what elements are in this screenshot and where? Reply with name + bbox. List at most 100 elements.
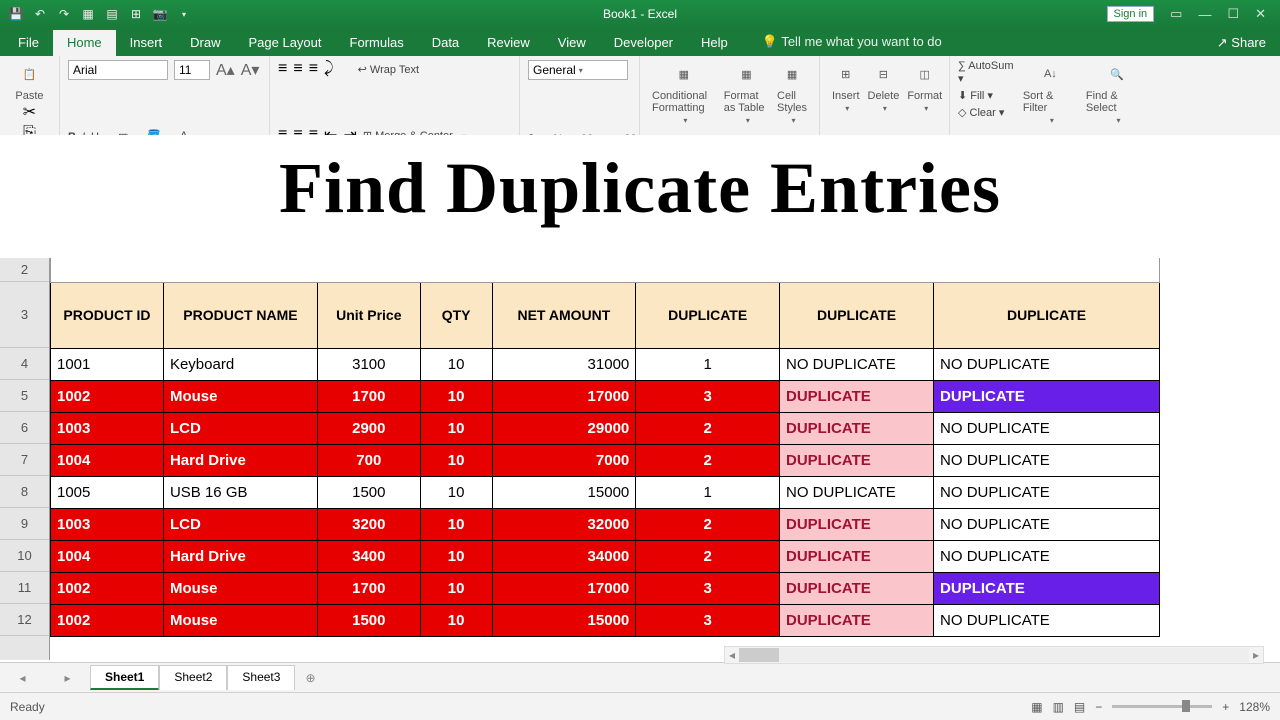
tab-help[interactable]: Help	[687, 30, 742, 56]
cell[interactable]: NO DUPLICATE	[934, 444, 1160, 476]
paste-button[interactable]: 📋Paste	[8, 60, 51, 102]
cell[interactable]: 1003	[51, 508, 164, 540]
row-header[interactable]: 7	[0, 444, 49, 476]
cell[interactable]: 3	[636, 380, 780, 412]
align-middle-icon[interactable]: ≡	[293, 60, 302, 78]
row-header[interactable]: 6	[0, 412, 49, 444]
cell[interactable]: 10	[420, 348, 492, 380]
cell[interactable]: 1002	[51, 572, 164, 604]
cell[interactable]: 1002	[51, 380, 164, 412]
cell[interactable]: 1002	[51, 604, 164, 636]
zoom-in-icon[interactable]: +	[1222, 700, 1229, 714]
data-table[interactable]: PRODUCT IDPRODUCT NAMEUnit PriceQTYNET A…	[50, 258, 1160, 637]
cell[interactable]: 31000	[492, 348, 636, 380]
cell[interactable]: 1003	[51, 412, 164, 444]
sheet-tab-sheet3[interactable]: Sheet3	[227, 665, 295, 690]
font-name-select[interactable]: Arial	[68, 60, 168, 80]
tab-home[interactable]: Home	[53, 30, 116, 56]
qat-icon[interactable]: ▤	[104, 7, 120, 21]
cell[interactable]: 2	[636, 540, 780, 572]
cell[interactable]: USB 16 GB	[163, 476, 317, 508]
ribbon-options-icon[interactable]: ▭	[1170, 6, 1182, 22]
orientation-icon[interactable]: ⤸	[324, 60, 334, 78]
decrease-font-icon[interactable]: A▾	[241, 60, 260, 80]
row-header[interactable]: 11	[0, 572, 49, 604]
cell[interactable]: DUPLICATE	[780, 412, 934, 444]
cell[interactable]: 3400	[317, 540, 420, 572]
cell[interactable]: 3	[636, 572, 780, 604]
cell[interactable]: 1001	[51, 348, 164, 380]
row-header[interactable]: 9	[0, 508, 49, 540]
cell[interactable]: 3100	[317, 348, 420, 380]
page-layout-icon[interactable]: ▥	[1053, 700, 1064, 714]
increase-font-icon[interactable]: A▴	[216, 60, 235, 80]
column-header[interactable]: DUPLICATE	[780, 282, 934, 348]
cell[interactable]: 10	[420, 380, 492, 412]
save-icon[interactable]: 💾	[8, 7, 24, 21]
cell[interactable]: 17000	[492, 380, 636, 412]
sheet-tab-sheet1[interactable]: Sheet1	[90, 665, 159, 690]
cell[interactable]: 1500	[317, 476, 420, 508]
tab-developer[interactable]: Developer	[600, 30, 687, 56]
qat-dropdown-icon[interactable]: ▾	[176, 10, 192, 19]
column-header[interactable]: NET AMOUNT	[492, 282, 636, 348]
cell[interactable]: 10	[420, 412, 492, 444]
cell[interactable]: 15000	[492, 604, 636, 636]
cut-icon[interactable]: ✂	[23, 102, 36, 122]
align-top-icon[interactable]: ≡	[278, 60, 287, 78]
cell[interactable]: 3	[636, 604, 780, 636]
cell[interactable]: 34000	[492, 540, 636, 572]
cell[interactable]: LCD	[163, 412, 317, 444]
tab-view[interactable]: View	[544, 30, 600, 56]
cell[interactable]: LCD	[163, 508, 317, 540]
column-header[interactable]: DUPLICATE	[934, 282, 1160, 348]
row-header[interactable]: 10	[0, 540, 49, 572]
delete-button[interactable]: ⊟Delete	[864, 60, 904, 113]
row-headers[interactable]: 23456789101112	[0, 258, 50, 660]
column-header[interactable]: QTY	[420, 282, 492, 348]
cell[interactable]: Hard Drive	[163, 540, 317, 572]
cell[interactable]: 1005	[51, 476, 164, 508]
share-button[interactable]: ↗ Share	[1203, 30, 1280, 56]
cell[interactable]: 2900	[317, 412, 420, 444]
cell[interactable]: 10	[420, 508, 492, 540]
cell[interactable]: 2	[636, 444, 780, 476]
number-format-select[interactable]: General	[528, 60, 628, 80]
last-sheet-icon[interactable]: ▸	[64, 671, 70, 685]
font-size-select[interactable]: 11	[174, 60, 210, 80]
row-header[interactable]: 12	[0, 604, 49, 636]
zoom-out-icon[interactable]: −	[1095, 700, 1102, 714]
page-break-icon[interactable]: ▤	[1074, 700, 1085, 714]
cell[interactable]: DUPLICATE	[780, 540, 934, 572]
format-button[interactable]: ◫Format	[903, 60, 946, 113]
find-select-button[interactable]: 🔍Find & Select	[1082, 60, 1152, 125]
cell[interactable]: NO DUPLICATE	[934, 508, 1160, 540]
cell[interactable]: 1700	[317, 572, 420, 604]
cell[interactable]: 1	[636, 476, 780, 508]
column-header[interactable]: PRODUCT ID	[51, 282, 164, 348]
cell[interactable]: 10	[420, 540, 492, 572]
column-header[interactable]: Unit Price	[317, 282, 420, 348]
tab-file[interactable]: File	[4, 30, 53, 56]
zoom-slider[interactable]	[1112, 705, 1212, 708]
cell[interactable]: DUPLICATE	[780, 508, 934, 540]
cell[interactable]: 10	[420, 444, 492, 476]
zoom-level[interactable]: 128%	[1239, 700, 1270, 714]
column-header[interactable]: PRODUCT NAME	[163, 282, 317, 348]
tab-page-layout[interactable]: Page Layout	[235, 30, 336, 56]
row-header[interactable]: 4	[0, 348, 49, 380]
fill-button[interactable]: ⬇ Fill ▾	[958, 89, 1019, 102]
conditional-formatting-button[interactable]: ▦Conditional Formatting	[648, 60, 720, 125]
signin-button[interactable]: Sign in	[1107, 6, 1155, 22]
cell[interactable]: DUPLICATE	[780, 572, 934, 604]
align-bottom-icon[interactable]: ≡	[309, 60, 318, 78]
tell-me-input[interactable]: 💡 Tell me what you want to do	[748, 29, 956, 56]
spreadsheet-area[interactable]: 23456789101112 PRODUCT IDPRODUCT NAMEUni…	[0, 258, 1280, 660]
cell[interactable]: NO DUPLICATE	[934, 604, 1160, 636]
row-header[interactable]: 3	[0, 282, 49, 348]
cell[interactable]: NO DUPLICATE	[934, 540, 1160, 572]
cell[interactable]: DUPLICATE	[934, 380, 1160, 412]
qat-icon[interactable]: ⊞	[128, 7, 144, 21]
clear-button[interactable]: ◇ Clear ▾	[958, 106, 1019, 119]
cell[interactable]: Keyboard	[163, 348, 317, 380]
